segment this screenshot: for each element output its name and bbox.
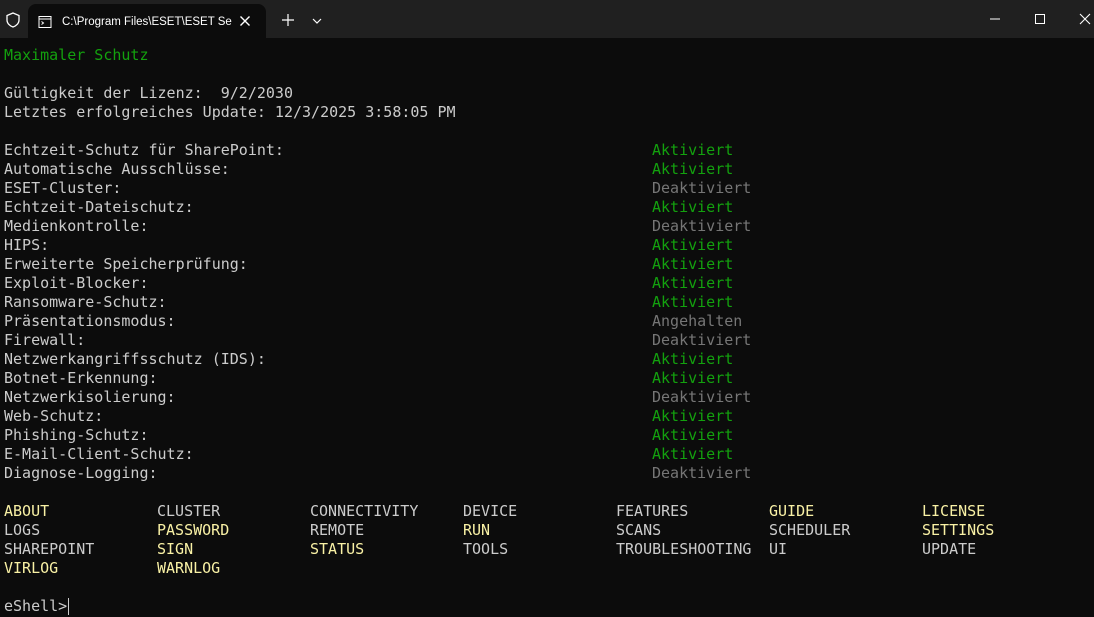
feature-label: Echtzeit-Schutz für SharePoint: — [4, 141, 284, 159]
command-sharepoint[interactable]: SHAREPOINT — [4, 540, 94, 559]
command-settings[interactable]: SETTINGS — [922, 521, 994, 540]
prompt-text: eShell> — [4, 597, 68, 615]
terminal-window: C:\Program Files\ESET\ESET Se Maximaler … — [0, 0, 1094, 617]
shell-prompt[interactable]: eShell> — [4, 597, 70, 616]
feature-status: Aktiviert — [652, 141, 734, 159]
command-remote[interactable]: REMOTE — [310, 521, 364, 540]
feature-label: Ransomware-Schutz: — [4, 293, 167, 311]
feature-label: Echtzeit-Dateischutz: — [4, 198, 194, 216]
maximize-icon[interactable] — [1029, 8, 1051, 30]
protection-heading: Maximaler Schutz — [4, 46, 149, 64]
feature-status: Aktiviert — [652, 274, 734, 292]
feature-label: Exploit-Blocker: — [4, 274, 149, 292]
last-update: Letztes erfolgreiches Update: 12/3/2025 … — [4, 103, 456, 121]
command-password[interactable]: PASSWORD — [157, 521, 229, 540]
feature-status: Deaktiviert — [652, 179, 752, 197]
feature-status: Aktiviert — [652, 426, 734, 444]
terminal-icon — [38, 14, 52, 28]
feature-label: Firewall: — [4, 331, 86, 349]
feature-status: Aktiviert — [652, 350, 734, 368]
command-logs[interactable]: LOGS — [4, 521, 40, 540]
tab-eset-shell[interactable]: C:\Program Files\ESET\ESET Se — [28, 4, 266, 38]
feature-status: Aktiviert — [652, 293, 734, 311]
chevron-down-icon[interactable] — [308, 12, 326, 30]
title-bar: C:\Program Files\ESET\ESET Se — [0, 0, 1094, 38]
feature-status: Aktiviert — [652, 198, 734, 216]
command-run[interactable]: RUN — [463, 521, 490, 540]
command-tools[interactable]: TOOLS — [463, 540, 508, 559]
window-close-icon[interactable] — [1074, 8, 1094, 30]
command-scheduler[interactable]: SCHEDULER — [769, 521, 850, 540]
command-ui[interactable]: UI — [769, 540, 787, 559]
feature-label: Web-Schutz: — [4, 407, 104, 425]
feature-status: Aktiviert — [652, 255, 734, 273]
feature-label: Diagnose-Logging: — [4, 464, 158, 482]
tab-title: C:\Program Files\ESET\ESET Se — [62, 16, 232, 28]
command-cluster[interactable]: CLUSTER — [157, 502, 220, 521]
feature-status: Angehalten — [652, 312, 743, 330]
command-license[interactable]: LICENSE — [922, 502, 985, 521]
feature-status: Aktiviert — [652, 369, 734, 387]
command-status[interactable]: STATUS — [310, 540, 364, 559]
minimize-icon[interactable] — [984, 8, 1006, 30]
feature-label: Medienkontrolle: — [4, 217, 149, 235]
feature-label: Netzwerkangriffsschutz (IDS): — [4, 350, 266, 368]
command-update[interactable]: UPDATE — [922, 540, 976, 559]
plus-icon[interactable] — [278, 10, 298, 30]
license-validity: Gültigkeit der Lizenz: 9/2/2030 — [4, 84, 293, 102]
feature-status: Aktiviert — [652, 407, 734, 425]
feature-status: Aktiviert — [652, 160, 734, 178]
feature-label: Netzwerkisolierung: — [4, 388, 176, 406]
shield-icon[interactable] — [4, 11, 22, 29]
feature-label: E-Mail-Client-Schutz: — [4, 445, 194, 463]
command-virlog[interactable]: VIRLOG — [4, 559, 58, 578]
feature-label: HIPS: — [4, 236, 50, 254]
command-warnlog[interactable]: WARNLOG — [157, 559, 220, 578]
command-connectivity[interactable]: CONNECTIVITY — [310, 502, 418, 521]
feature-status: Deaktiviert — [652, 464, 752, 482]
text-cursor — [68, 598, 70, 615]
feature-status: Aktiviert — [652, 236, 734, 254]
close-icon[interactable] — [236, 12, 254, 30]
feature-label: Präsentationsmodus: — [4, 312, 176, 330]
command-device[interactable]: DEVICE — [463, 502, 517, 521]
terminal-output[interactable]: Maximaler Schutz Gültigkeit der Lizenz: … — [0, 38, 1094, 617]
feature-status: Aktiviert — [652, 445, 734, 463]
command-guide[interactable]: GUIDE — [769, 502, 814, 521]
command-features[interactable]: FEATURES — [616, 502, 688, 521]
feature-status: Deaktiviert — [652, 388, 752, 406]
command-sign[interactable]: SIGN — [157, 540, 193, 559]
command-troubleshooting[interactable]: TROUBLESHOOTING — [616, 540, 751, 559]
feature-label: ESET-Cluster: — [4, 179, 122, 197]
feature-label: Botnet-Erkennung: — [4, 369, 158, 387]
feature-status: Deaktiviert — [652, 331, 752, 349]
feature-label: Erweiterte Speicherprüfung: — [4, 255, 248, 273]
command-about[interactable]: ABOUT — [4, 502, 49, 521]
feature-label: Automatische Ausschlüsse: — [4, 160, 230, 178]
command-scans[interactable]: SCANS — [616, 521, 661, 540]
feature-status: Deaktiviert — [652, 217, 752, 235]
feature-label: Phishing-Schutz: — [4, 426, 149, 444]
